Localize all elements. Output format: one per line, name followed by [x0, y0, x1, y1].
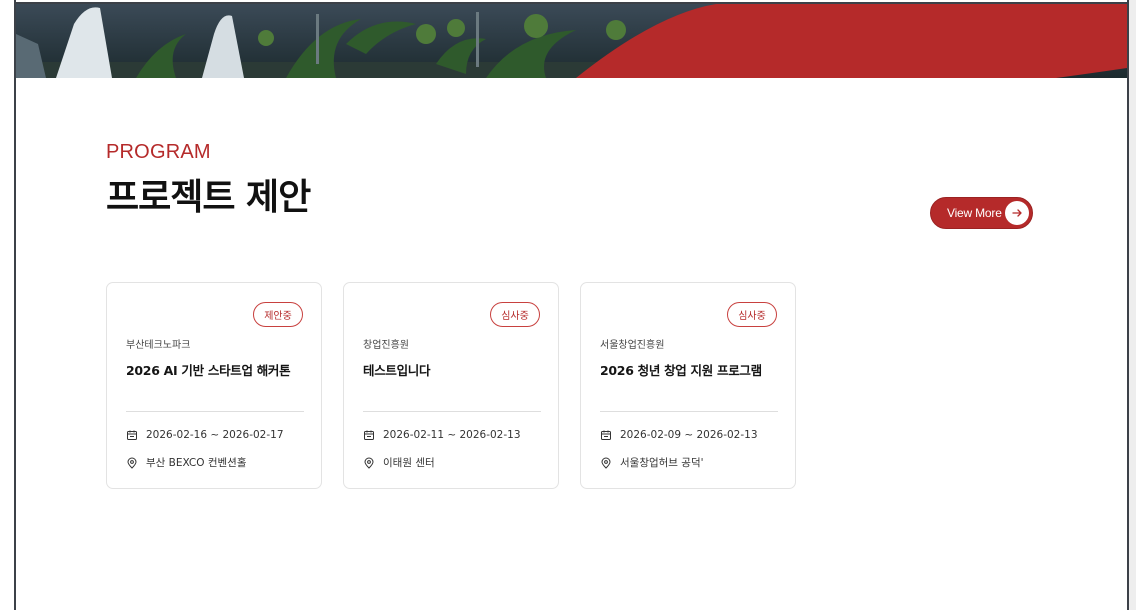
- frame-left-border: [14, 0, 16, 610]
- status-badge: 제안중: [253, 302, 303, 327]
- program-card[interactable]: 제안중 부산테크노파크 2026 AI 기반 스타트업 해커톤 2026-02-…: [106, 282, 322, 489]
- card-divider: [126, 411, 304, 412]
- card-place-row: 서울창업허브 공덕': [600, 455, 704, 470]
- program-card[interactable]: 심사중 서울창업진흥원 2026 청년 창업 지원 프로그램 2026-02-0…: [580, 282, 796, 489]
- status-badge: 심사중: [727, 302, 777, 327]
- calendar-icon: [600, 429, 612, 441]
- card-title: 테스트입니다: [363, 363, 431, 378]
- card-place-row: 이태원 센터: [363, 455, 435, 470]
- program-card[interactable]: 심사중 창업진흥원 테스트입니다 2026-02-11 ~ 2026-02-13…: [343, 282, 559, 489]
- calendar-icon: [363, 429, 375, 441]
- page: PROGRAM 프로젝트 제안 View More 제안중 부산테크노파크 20…: [0, 0, 1136, 610]
- card-place: 부산 BEXCO 컨벤션홀: [146, 457, 247, 469]
- card-period: 2026-02-11 ~ 2026-02-13: [383, 429, 521, 441]
- card-organization: 창업진흥원: [363, 340, 409, 351]
- card-period: 2026-02-16 ~ 2026-02-17: [146, 429, 284, 441]
- card-divider: [600, 411, 778, 412]
- card-organization: 부산테크노파크: [126, 340, 191, 351]
- card-period: 2026-02-09 ~ 2026-02-13: [620, 429, 758, 441]
- card-divider: [363, 411, 541, 412]
- hero-banner-image: [16, 4, 1127, 78]
- scrollbar-gutter: [1129, 0, 1136, 610]
- section-title: 프로젝트 제안: [106, 177, 311, 218]
- status-badge: 심사중: [490, 302, 540, 327]
- location-pin-icon: [126, 457, 138, 469]
- arrow-right-icon: [1005, 201, 1029, 225]
- location-pin-icon: [363, 457, 375, 469]
- frame-top-border: [14, 2, 1129, 4]
- section-eyebrow: PROGRAM: [106, 141, 211, 163]
- card-date-row: 2026-02-11 ~ 2026-02-13: [363, 429, 521, 441]
- card-date-row: 2026-02-09 ~ 2026-02-13: [600, 429, 758, 441]
- card-organization: 서울창업진흥원: [600, 340, 665, 351]
- card-place: 서울창업허브 공덕': [620, 457, 704, 469]
- view-more-button[interactable]: View More: [930, 197, 1033, 229]
- view-more-label: View More: [947, 206, 1002, 220]
- card-title: 2026 AI 기반 스타트업 해커톤: [126, 363, 291, 378]
- card-place-row: 부산 BEXCO 컨벤션홀: [126, 455, 247, 470]
- calendar-icon: [126, 429, 138, 441]
- card-title: 2026 청년 창업 지원 프로그램: [600, 363, 762, 378]
- location-pin-icon: [600, 457, 612, 469]
- card-place: 이태원 센터: [383, 457, 435, 469]
- card-date-row: 2026-02-16 ~ 2026-02-17: [126, 429, 284, 441]
